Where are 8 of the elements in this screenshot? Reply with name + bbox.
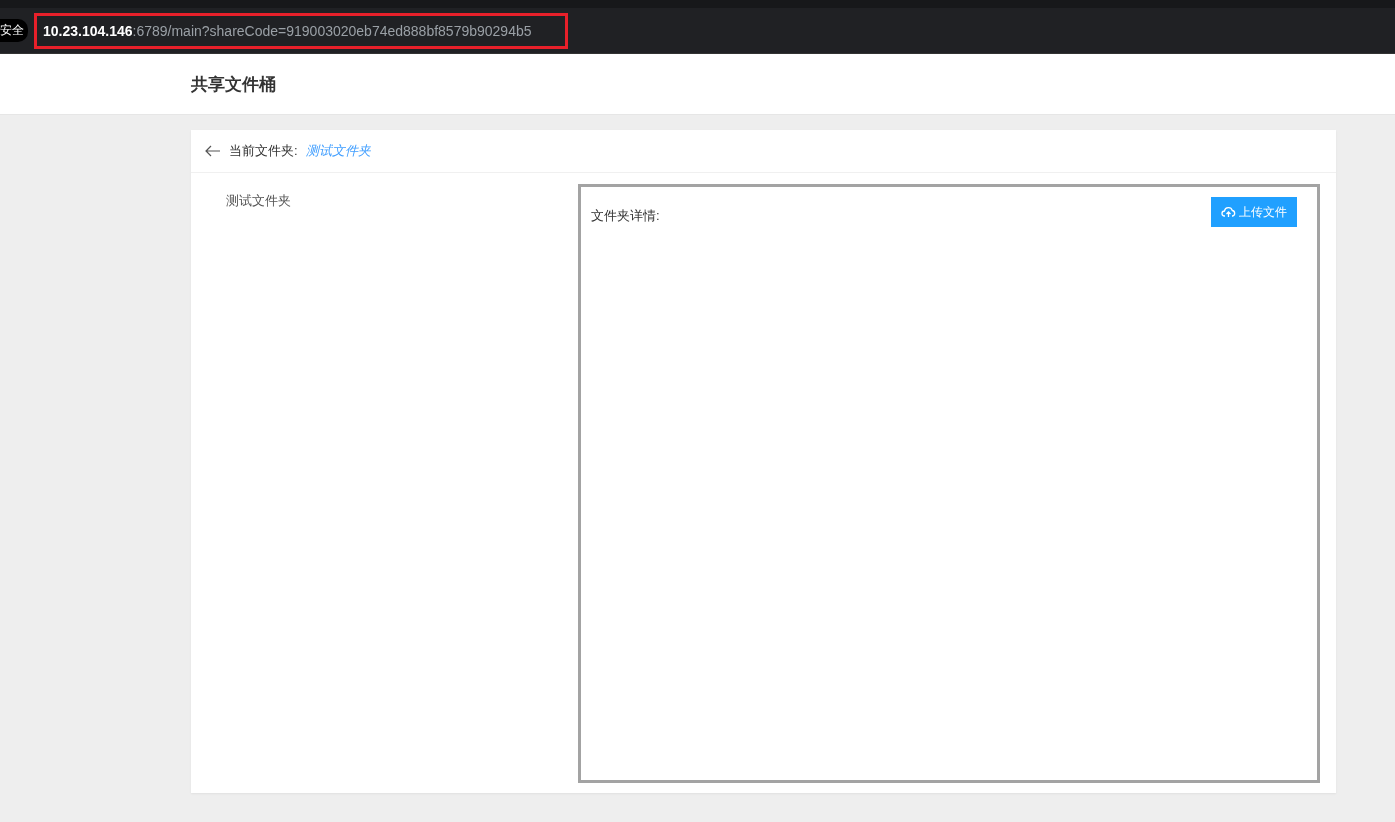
current-folder-label: 当前文件夹: [229,142,298,160]
tree-item[interactable]: 测试文件夹 [226,192,291,210]
address-bar[interactable]: 10.23.104.146:6789/main?shareCode=919003020eb74ed888bf8579b90294b5 [34,12,568,49]
security-badge: 安全 [0,19,28,42]
details-label: 文件夹详情: [591,207,660,225]
page-title: 共享文件桶 [191,73,276,96]
back-arrow-icon[interactable] [205,145,221,157]
cloud-upload-icon [1221,206,1236,218]
